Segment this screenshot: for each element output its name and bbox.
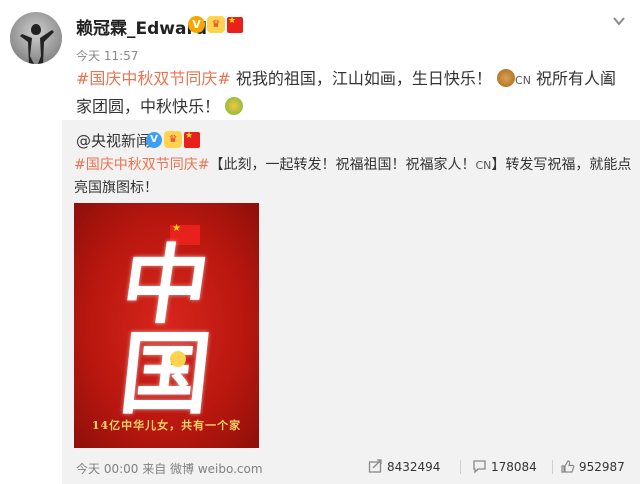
- verified-blue-icon: V: [146, 131, 162, 148]
- repost-button[interactable]: 8432494: [368, 459, 440, 474]
- repost-username[interactable]: @央视新闻: [76, 130, 151, 151]
- comment-icon: [473, 460, 486, 474]
- post-hashtag[interactable]: #国庆中秋双节同庆#: [76, 69, 231, 88]
- vip-crown-icon: ♛: [207, 16, 225, 33]
- poster-heart-icon: [170, 351, 186, 367]
- china-flag-icon: [227, 16, 243, 33]
- repost-count: 8432494: [387, 459, 441, 474]
- repost-hashtag[interactable]: #国庆中秋双节同庆#: [74, 157, 209, 173]
- cn-tag: CN: [515, 74, 531, 87]
- chevron-down-icon[interactable]: [612, 14, 626, 28]
- china-flag-icon: [184, 131, 200, 148]
- beer-icon: [225, 97, 244, 115]
- mooncake-icon: [497, 69, 516, 87]
- repost-text-part-1: 【此刻，一起转发！祝福祖国！祝福家人！: [209, 157, 476, 173]
- comment-count: 178084: [491, 459, 537, 474]
- post-text-part-1: 祝我的祖国，江山如画，生日快乐！: [230, 69, 492, 88]
- verified-badge-icon: V: [188, 16, 205, 33]
- repost-time-source[interactable]: 今天 00:00 来自 微博 weibo.com: [76, 460, 263, 477]
- post-text: #国庆中秋双节同庆# 祝我的祖国，江山如画，生日快乐！ CN 祝所有人阖家团圆，…: [76, 66, 626, 120]
- repost-text: #国庆中秋双节同庆#【此刻，一起转发！祝福祖国！祝福家人！CN】转发写祝福，就能…: [74, 154, 634, 200]
- poster-image[interactable]: 中 国 14亿中华儿女，共有一个家: [74, 203, 259, 448]
- cn-tag: CN: [475, 159, 492, 172]
- avatar-silhouette-icon: [20, 24, 54, 64]
- poster-char-2: 国: [115, 321, 217, 427]
- like-button[interactable]: 952987: [560, 459, 625, 474]
- divider: [460, 460, 461, 474]
- repost-badges: V ♛: [146, 131, 200, 148]
- weibo-post: 赖冠霖_Edward V ♛ 今天 11:57 #国庆中秋双节同庆# 祝我的祖国…: [0, 0, 640, 118]
- like-count: 952987: [579, 459, 625, 474]
- reposted-card[interactable]: @央视新闻 V ♛ #国庆中秋双节同庆#【此刻，一起转发！祝福祖国！祝福家人！C…: [62, 120, 640, 452]
- repost-footer: 今天 00:00 来自 微博 weibo.com 8432494 178084 …: [62, 452, 640, 484]
- post-timestamp[interactable]: 今天 11:57: [76, 47, 138, 64]
- divider: [552, 460, 553, 474]
- vip-crown-icon: ♛: [164, 131, 182, 148]
- comment-button[interactable]: 178084: [472, 459, 537, 474]
- avatar[interactable]: [10, 12, 62, 64]
- repost-icon: [368, 459, 382, 473]
- poster-caption: 14亿中华儿女，共有一个家: [91, 419, 242, 432]
- user-badges: V ♛: [188, 16, 243, 33]
- like-icon: [561, 460, 575, 473]
